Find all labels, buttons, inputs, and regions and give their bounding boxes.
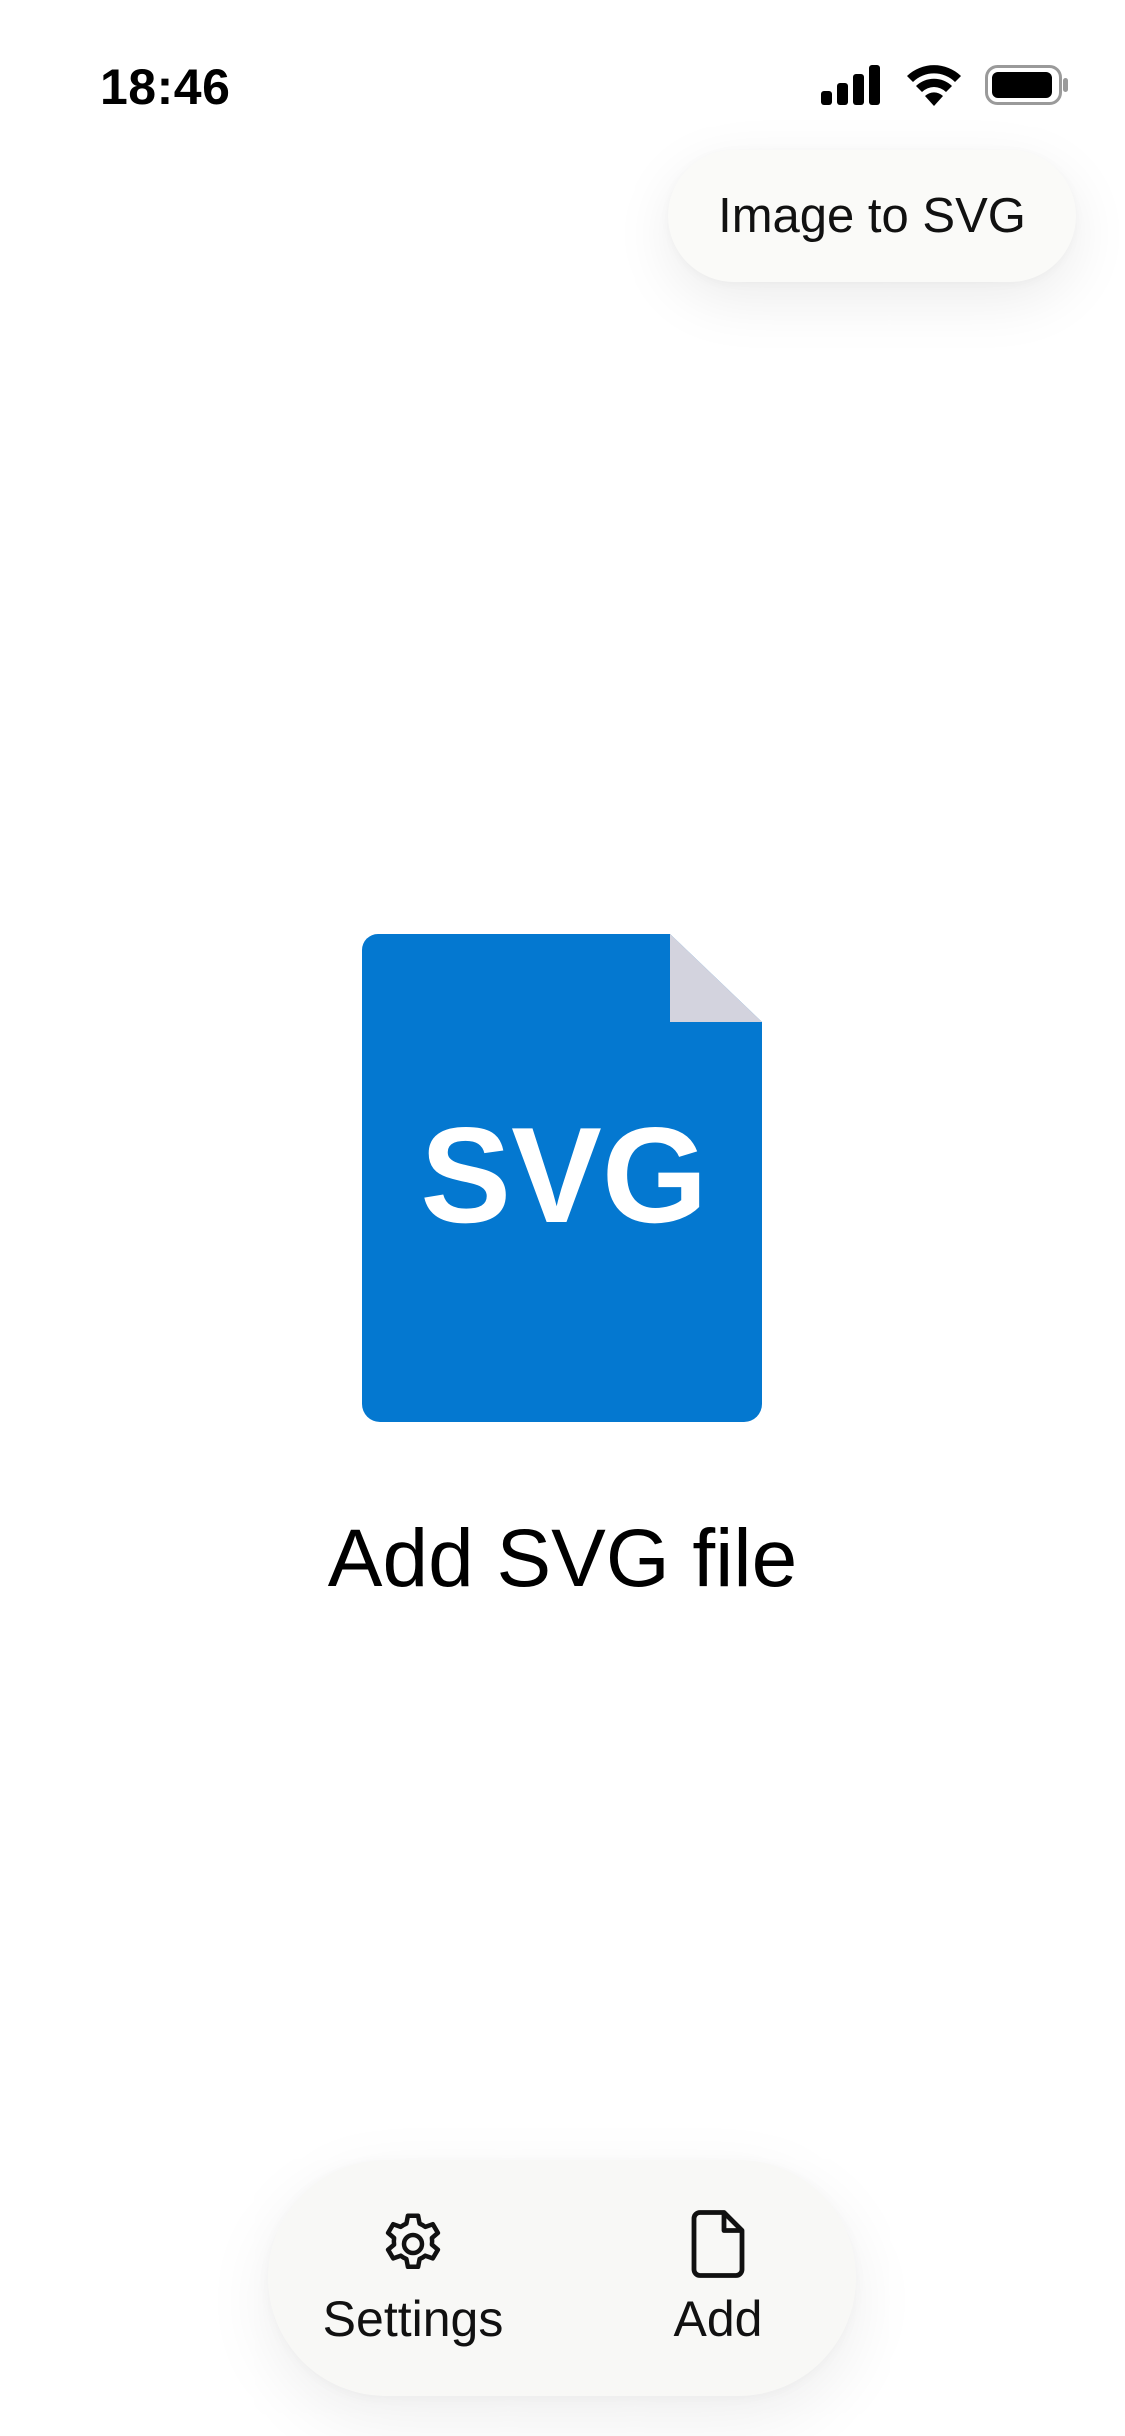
svg-file-badge-text: SVG <box>420 1099 707 1251</box>
add-label: Add <box>673 2291 763 2347</box>
image-to-svg-label: Image to SVG <box>718 189 1026 243</box>
settings-button[interactable]: Settings <box>308 2160 518 2396</box>
image-to-svg-button[interactable]: Image to SVG <box>668 150 1076 282</box>
bottom-toolbar: Settings Add <box>268 2160 856 2396</box>
battery-icon <box>985 65 1068 105</box>
add-svg-file-label: Add SVG file <box>327 1513 798 1604</box>
add-button[interactable]: Add <box>628 2160 808 2396</box>
settings-label: Settings <box>322 2291 504 2347</box>
document-icon <box>691 2210 745 2278</box>
wifi-icon <box>907 65 961 106</box>
screen: 18:46 Image to SVG SVG Add SVG file Sett… <box>0 0 1125 2436</box>
status-time: 18:46 <box>100 59 231 115</box>
svg-file-icon[interactable]: SVG <box>362 934 762 1422</box>
gear-icon <box>385 2213 441 2270</box>
status-icons <box>821 64 1069 106</box>
cellular-signal-icon <box>821 65 880 105</box>
